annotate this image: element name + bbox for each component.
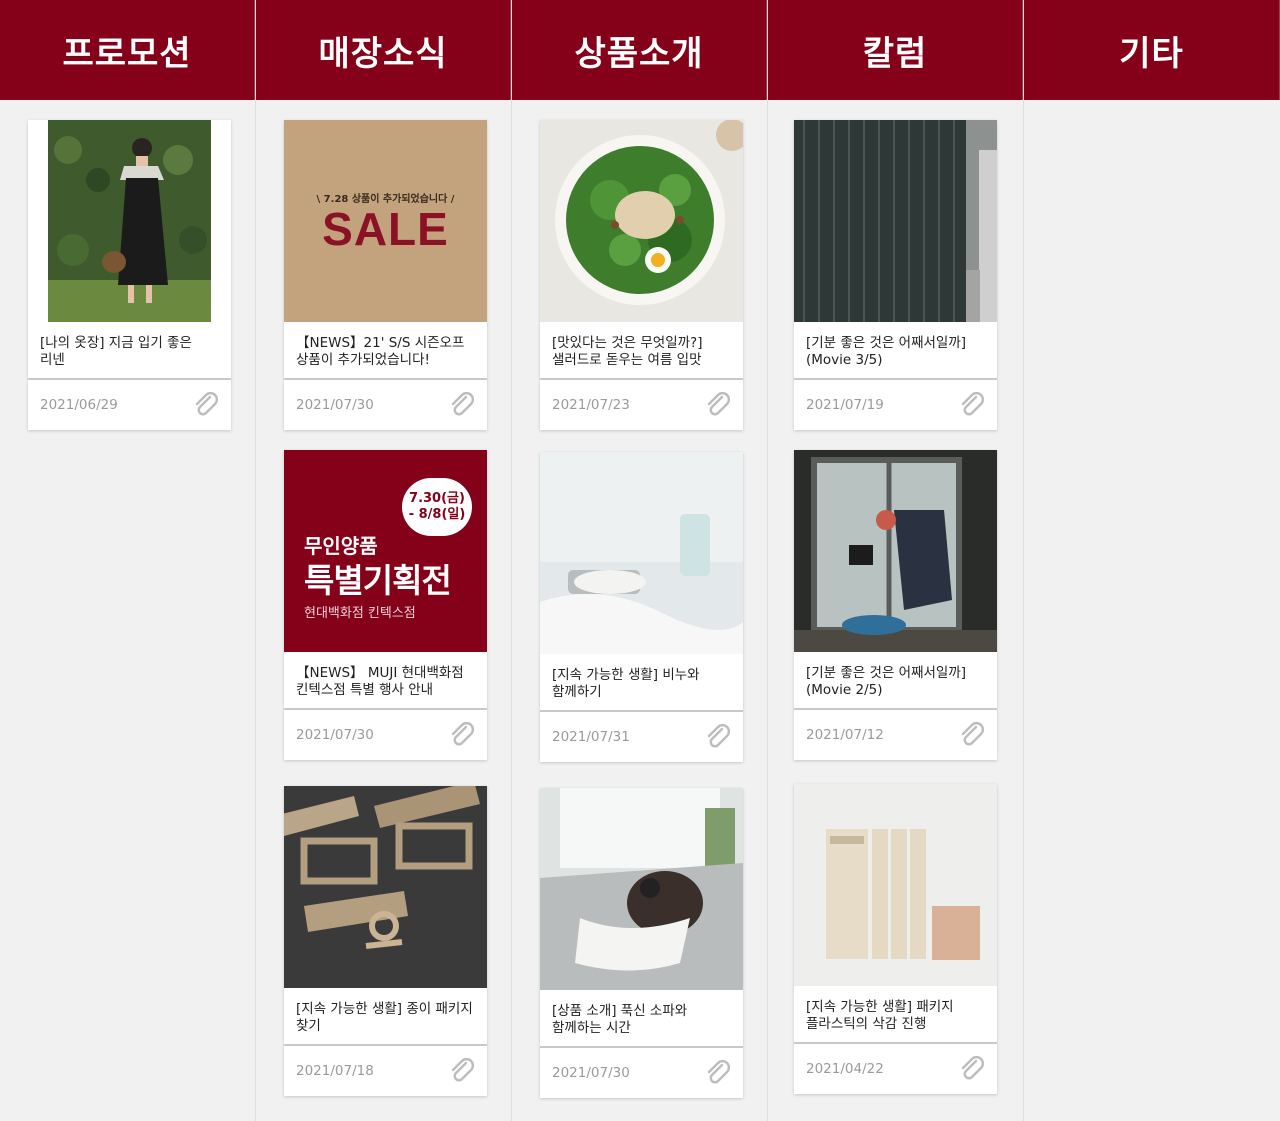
card-column-plastic[interactable]: [지속 가능한 생활] 패키지 플라스틱의 삭감 진행 2021/04/22 [794, 784, 997, 1094]
event-location: 현대백화점 킨텍스점 [304, 606, 416, 621]
event-headline: 특별기획전 [304, 561, 452, 600]
card-store-sale[interactable]: \ 7.28 상품이 추가되었습니다 / SALE 【NEWS】21' S/S … [284, 120, 487, 430]
paperclip-icon[interactable] [447, 390, 477, 420]
card-product-sofa[interactable]: [상품 소개] 푹신 소파와 함께하는 시간 2021/07/30 [540, 788, 743, 1098]
event-date-bubble: 7.30(금) - 8/8(일) [402, 478, 472, 536]
card-footer: 2021/06/29 [28, 380, 231, 430]
card-date: 2021/07/30 [552, 1065, 630, 1081]
column-column: 칼럼 [기분 좋은 것은 어째서일까] (Movie 3/5) 2021/07/… [768, 0, 1024, 1121]
card-date: 2021/07/30 [296, 397, 374, 413]
column-header-promotion[interactable]: 프로모션 [0, 0, 255, 100]
card-image[interactable] [794, 450, 997, 652]
card-column-movie-3[interactable]: [기분 좋은 것은 어째서일까] (Movie 3/5) 2021/07/19 [794, 120, 997, 430]
column-header-store-news[interactable]: 매장소식 [256, 0, 511, 100]
paperclip-icon[interactable] [703, 390, 733, 420]
card-date: 2021/07/12 [806, 727, 884, 743]
paperclip-icon[interactable] [957, 390, 987, 420]
column-header-products[interactable]: 상품소개 [512, 0, 767, 100]
card-footer: 2021/07/18 [284, 1046, 487, 1096]
paperclip-icon[interactable] [447, 720, 477, 750]
card-date: 2021/07/30 [296, 727, 374, 743]
paperclip-icon[interactable] [703, 722, 733, 752]
card-title[interactable]: [지속 가능한 생활] 비누와 함께하기 [540, 654, 743, 712]
paperclip-icon[interactable] [447, 1056, 477, 1086]
card-footer: 2021/07/31 [540, 712, 743, 762]
card-date: 2021/07/31 [552, 729, 630, 745]
card-title[interactable]: [맛있다는 것은 무엇일까?] 샐러드로 돋우는 여름 입맛 [540, 322, 743, 380]
card-footer: 2021/04/22 [794, 1044, 997, 1094]
column-header-column[interactable]: 칼럼 [768, 0, 1023, 100]
paperclip-icon[interactable] [191, 390, 221, 420]
card-title[interactable]: [지속 가능한 생활] 종이 패키지 찾기 [284, 988, 487, 1046]
card-image[interactable] [540, 452, 743, 654]
column-store-news: 매장소식 \ 7.28 상품이 추가되었습니다 / SALE 【NEWS】21'… [256, 0, 512, 1121]
card-title[interactable]: 【NEWS】 MUJI 현대백화점 킨텍스점 특별 행사 안내 [284, 652, 487, 710]
card-date: 2021/07/19 [806, 397, 884, 413]
paperclip-icon[interactable] [957, 720, 987, 750]
card-footer: 2021/07/30 [540, 1048, 743, 1098]
event-date-end: - 8/8(일) [408, 507, 466, 522]
card-title[interactable]: [상품 소개] 푹신 소파와 함께하는 시간 [540, 990, 743, 1048]
card-title[interactable]: [기분 좋은 것은 어째서일까] (Movie 3/5) [794, 322, 997, 380]
card-image[interactable] [794, 784, 997, 986]
card-image[interactable] [540, 120, 743, 322]
column-products: 상품소개 [맛있다는 것은 무엇일까?] 샐러드로 돋우는 여름 입맛 2021… [512, 0, 768, 1121]
card-footer: 2021/07/19 [794, 380, 997, 430]
column-header-etc[interactable]: 기타 [1024, 0, 1280, 100]
card-store-paper-package[interactable]: [지속 가능한 생활] 종이 패키지 찾기 2021/07/18 [284, 786, 487, 1096]
card-image[interactable]: 7.30(금) - 8/8(일) 무인양품 특별기획전 현대백화점 킨텍스점 [284, 450, 487, 652]
card-store-event[interactable]: 7.30(금) - 8/8(일) 무인양품 특별기획전 현대백화점 킨텍스점 【… [284, 450, 487, 760]
card-footer: 2021/07/12 [794, 710, 997, 760]
card-footer: 2021/07/30 [284, 710, 487, 760]
card-date: 2021/07/18 [296, 1063, 374, 1079]
card-image[interactable] [794, 120, 997, 322]
card-column-movie-2[interactable]: [기분 좋은 것은 어째서일까] (Movie 2/5) 2021/07/12 [794, 450, 997, 760]
card-promo-linen[interactable]: [나의 옷장] 지금 입기 좋은 리넨 2021/06/29 [28, 120, 231, 430]
card-title[interactable]: [나의 옷장] 지금 입기 좋은 리넨 [28, 322, 231, 380]
card-footer: 2021/07/23 [540, 380, 743, 430]
card-image[interactable] [540, 788, 743, 990]
card-image[interactable] [284, 786, 487, 988]
paperclip-icon[interactable] [703, 1058, 733, 1088]
card-product-salad[interactable]: [맛있다는 것은 무엇일까?] 샐러드로 돋우는 여름 입맛 2021/07/2… [540, 120, 743, 430]
card-title[interactable]: [기분 좋은 것은 어째서일까] (Movie 2/5) [794, 652, 997, 710]
card-product-soap[interactable]: [지속 가능한 생활] 비누와 함께하기 2021/07/31 [540, 452, 743, 762]
event-date-start: 7.30(금) [409, 491, 465, 506]
card-date: 2021/04/22 [806, 1061, 884, 1077]
card-title[interactable]: 【NEWS】21' S/S 시즌오프 상품이 추가되었습니다! [284, 322, 487, 380]
column-etc: 기타 [1024, 0, 1280, 1121]
card-image[interactable]: \ 7.28 상품이 추가되었습니다 / SALE [284, 120, 487, 322]
board: 프로모션 [나의 옷장] 지금 입기 좋은 리넨 2021/06/29 매장소식… [0, 0, 1280, 1121]
paperclip-icon[interactable] [957, 1054, 987, 1084]
card-footer: 2021/07/30 [284, 380, 487, 430]
card-image[interactable] [28, 120, 231, 322]
card-title[interactable]: [지속 가능한 생활] 패키지 플라스틱의 삭감 진행 [794, 986, 997, 1044]
card-date: 2021/07/23 [552, 397, 630, 413]
column-promotion: 프로모션 [나의 옷장] 지금 입기 좋은 리넨 2021/06/29 [0, 0, 256, 1121]
sale-banner-title: SALE [322, 203, 449, 255]
card-date: 2021/06/29 [40, 397, 118, 413]
